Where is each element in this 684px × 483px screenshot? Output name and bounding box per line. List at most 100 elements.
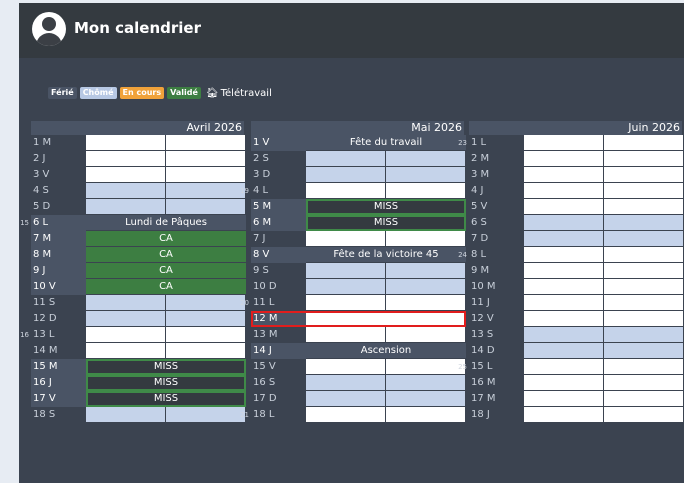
morning-cell[interactable] <box>306 407 386 423</box>
afternoon-cell[interactable] <box>386 295 466 311</box>
afternoon-cell[interactable] <box>604 231 684 247</box>
day-row: 15 V <box>251 359 466 375</box>
morning-cell[interactable] <box>86 135 166 151</box>
afternoon-cell[interactable] <box>386 231 466 247</box>
day-label: 17 M <box>471 393 496 404</box>
afternoon-cell[interactable] <box>386 167 466 183</box>
morning-cell[interactable] <box>524 151 604 167</box>
afternoon-cell[interactable] <box>604 295 684 311</box>
leave-cell[interactable]: CA <box>86 231 246 247</box>
morning-cell[interactable] <box>524 391 604 407</box>
morning-cell[interactable] <box>306 375 386 391</box>
afternoon-cell[interactable] <box>166 167 246 183</box>
afternoon-cell[interactable] <box>604 375 684 391</box>
avatar[interactable] <box>32 12 66 46</box>
mission-cell[interactable]: MISS <box>306 215 466 231</box>
mission-cell[interactable]: MISS <box>86 359 246 375</box>
morning-cell[interactable] <box>306 263 386 279</box>
afternoon-cell[interactable] <box>604 199 684 215</box>
holiday-cell[interactable]: Ascension <box>306 343 466 359</box>
mission-cell[interactable]: MISS <box>306 199 466 215</box>
afternoon-cell[interactable] <box>386 407 466 423</box>
afternoon-cell[interactable] <box>166 327 246 343</box>
afternoon-cell[interactable] <box>166 343 246 359</box>
afternoon-cell[interactable] <box>604 359 684 375</box>
afternoon-cell[interactable] <box>386 375 466 391</box>
afternoon-cell[interactable] <box>386 183 466 199</box>
morning-cell[interactable] <box>524 215 604 231</box>
leave-cell[interactable]: CA <box>86 247 246 263</box>
selected-day-highlight[interactable] <box>251 311 466 327</box>
afternoon-cell[interactable] <box>166 135 246 151</box>
leave-cell[interactable]: CA <box>86 279 246 295</box>
afternoon-cell[interactable] <box>604 343 684 359</box>
afternoon-cell[interactable] <box>604 279 684 295</box>
day-label: 9 M <box>471 265 490 276</box>
day-row: 4 S <box>31 183 246 199</box>
morning-cell[interactable] <box>86 183 166 199</box>
afternoon-cell[interactable] <box>386 151 466 167</box>
morning-cell[interactable] <box>306 183 386 199</box>
morning-cell[interactable] <box>306 279 386 295</box>
morning-cell[interactable] <box>86 343 166 359</box>
morning-cell[interactable] <box>524 327 604 343</box>
mission-cell[interactable]: MISS <box>86 391 246 407</box>
morning-cell[interactable] <box>306 151 386 167</box>
afternoon-cell[interactable] <box>386 391 466 407</box>
afternoon-cell[interactable] <box>166 199 246 215</box>
morning-cell[interactable] <box>306 167 386 183</box>
morning-cell[interactable] <box>86 311 166 327</box>
day-label: 8 V <box>251 247 306 263</box>
morning-cell[interactable] <box>524 247 604 263</box>
afternoon-cell[interactable] <box>604 263 684 279</box>
morning-cell[interactable] <box>524 295 604 311</box>
morning-cell[interactable] <box>86 327 166 343</box>
morning-cell[interactable] <box>524 231 604 247</box>
afternoon-cell[interactable] <box>604 183 684 199</box>
morning-cell[interactable] <box>524 375 604 391</box>
morning-cell[interactable] <box>86 167 166 183</box>
morning-cell[interactable] <box>524 263 604 279</box>
afternoon-cell[interactable] <box>166 151 246 167</box>
afternoon-cell[interactable] <box>604 167 684 183</box>
holiday-cell[interactable]: Fête du travail <box>306 135 466 151</box>
afternoon-cell[interactable] <box>604 215 684 231</box>
day-row: 6 S <box>469 215 684 231</box>
afternoon-cell[interactable] <box>386 263 466 279</box>
morning-cell[interactable] <box>306 359 386 375</box>
morning-cell[interactable] <box>86 151 166 167</box>
morning-cell[interactable] <box>524 359 604 375</box>
morning-cell[interactable] <box>524 343 604 359</box>
morning-cell[interactable] <box>86 199 166 215</box>
afternoon-cell[interactable] <box>386 327 466 343</box>
holiday-cell[interactable]: Fête de la victoire 45 <box>306 247 466 263</box>
afternoon-cell[interactable] <box>604 391 684 407</box>
day-label: 13 S <box>471 329 494 340</box>
morning-cell[interactable] <box>524 407 604 423</box>
morning-cell[interactable] <box>524 135 604 151</box>
afternoon-cell[interactable] <box>604 327 684 343</box>
leave-cell[interactable]: CA <box>86 263 246 279</box>
morning-cell[interactable] <box>524 199 604 215</box>
day-label: 16 J <box>31 375 86 391</box>
day-row: 5 M MISS <box>251 199 466 215</box>
afternoon-cell[interactable] <box>604 135 684 151</box>
afternoon-cell[interactable] <box>604 151 684 167</box>
morning-cell[interactable] <box>306 391 386 407</box>
afternoon-cell[interactable] <box>386 279 466 295</box>
morning-cell[interactable] <box>524 311 604 327</box>
morning-cell[interactable] <box>524 183 604 199</box>
morning-cell[interactable] <box>306 327 386 343</box>
afternoon-cell[interactable] <box>166 311 246 327</box>
morning-cell[interactable] <box>524 279 604 295</box>
afternoon-cell[interactable] <box>604 247 684 263</box>
morning-cell[interactable] <box>86 295 166 311</box>
afternoon-cell[interactable] <box>604 407 684 423</box>
afternoon-cell[interactable] <box>604 311 684 327</box>
morning-cell[interactable] <box>524 167 604 183</box>
morning-cell[interactable] <box>306 295 386 311</box>
holiday-cell[interactable]: Lundi de Pâques <box>86 215 246 231</box>
morning-cell[interactable] <box>306 231 386 247</box>
mission-cell[interactable]: MISS <box>86 375 246 391</box>
morning-cell[interactable] <box>86 407 166 423</box>
